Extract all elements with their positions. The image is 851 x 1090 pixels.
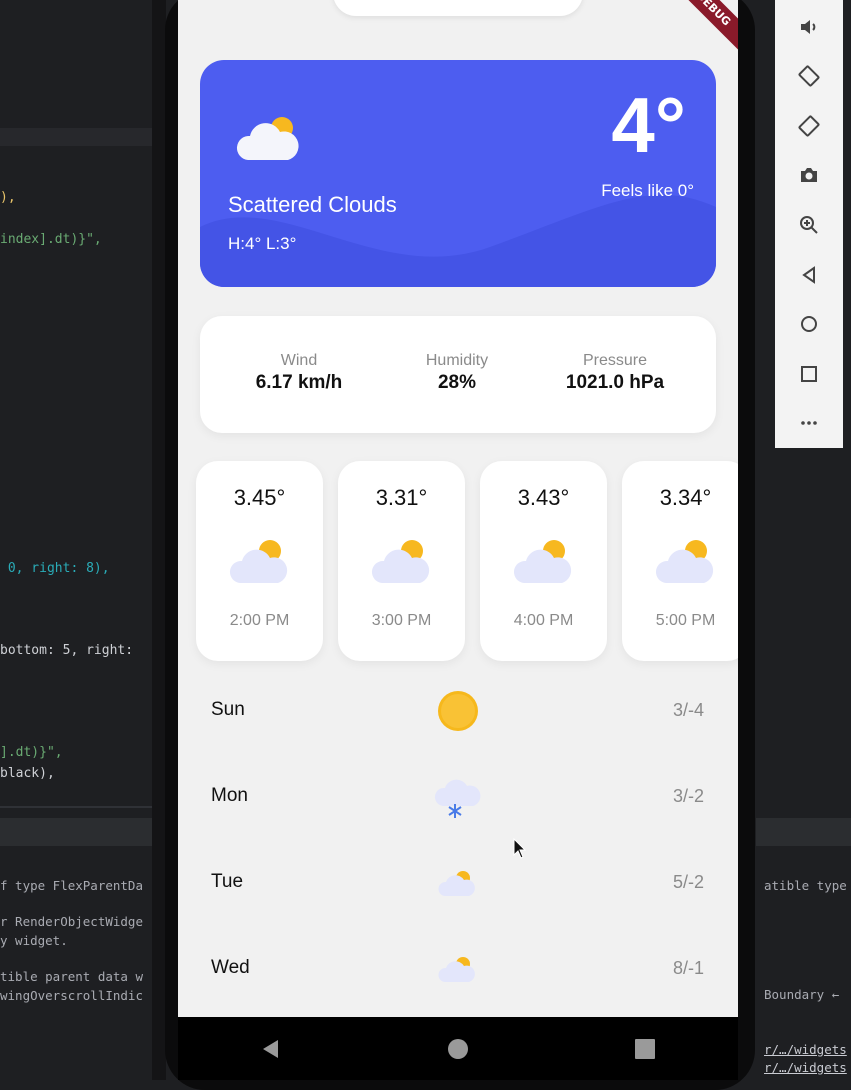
android-nav-bar [178,1017,738,1080]
partly-cloudy-icon [655,540,714,583]
code-line: 0, right: 8), [0,561,110,576]
partly-cloudy-icon [236,117,299,160]
hourly-time: 5:00 PM [655,612,716,629]
stat-value: 1021.0 hPa [565,372,665,393]
code-line: ), [0,190,16,205]
partly-cloudy-icon [438,957,475,982]
hourly-time: 3:00 PM [371,612,432,629]
console-line: y widget. [0,933,68,948]
search-bar[interactable] [333,0,583,16]
hourly-card[interactable]: 3.34° 5:00 PM [622,461,738,661]
stat-pressure: Pressure 1021.0 hPa [535,352,695,394]
weather-condition: Scattered Clouds [228,192,397,217]
current-weather-card: Scattered Clouds H:4° L:3° 4° Feels like… [200,60,716,287]
sun-icon [438,691,478,731]
hourly-card[interactable]: 3.43° 4:00 PM [480,461,607,661]
daily-row[interactable]: Wed 8/-1 [178,926,738,1012]
nav-recents-button[interactable] [615,1029,675,1069]
console-line: tible parent data w [0,969,143,984]
console-line: wingOverscrollIndic [0,988,143,1003]
recents-square-icon [634,1038,655,1059]
snow-cloud-icon [434,779,481,818]
weather-app-screen: DEBUG Scattered Clouds H:4° L:3° 4° Feel… [178,0,738,1017]
editor-tab-strip [0,128,152,146]
code-line: black), [0,766,55,781]
code-line: bottom: 5, right: [0,643,141,658]
more-icon[interactable] [789,399,829,449]
hourly-temp: 3.45° [233,485,286,510]
day-temp-range: 3/-2 [672,786,704,806]
current-temperature: 4° [611,81,686,169]
stat-label: Humidity [425,352,489,369]
day-name: Mon [211,785,248,806]
back-triangle-icon [263,1039,279,1058]
console-line: f type FlexParentDa [0,878,143,893]
rotate-right-icon[interactable] [789,101,829,151]
day-name: Sun [211,699,245,720]
high-low-temp: H:4° L:3° [228,234,297,253]
daily-row[interactable]: Mon 3/-2 [178,754,738,840]
hourly-card[interactable]: 3.45° 2:00 PM [196,461,323,661]
overview-icon[interactable] [789,349,829,399]
stat-humidity: Humidity 28% [377,352,537,394]
stat-label: Pressure [582,352,648,369]
hourly-card[interactable]: 3.31° 3:00 PM [338,461,465,661]
hourly-time: 4:00 PM [513,612,574,629]
back-icon[interactable] [789,250,829,300]
weather-stats-card: Wind 6.17 km/h Humidity 28% Pressure 102… [200,316,716,433]
daily-row[interactable]: Sun 3/-4 [178,668,738,754]
feels-like-temp: Feels like 0° [601,181,694,200]
day-temp-range: 3/-4 [672,700,704,720]
console-line: Boundary ← [764,987,840,1002]
partly-cloudy-icon [229,540,288,583]
daily-row[interactable]: Tue 5/-2 [178,840,738,926]
console-link[interactable]: r/…/widgets [764,1042,847,1057]
code-line: index].dt)}", [0,232,102,247]
volume-icon[interactable] [789,2,829,52]
partly-cloudy-icon [513,540,572,583]
hourly-time: 2:00 PM [229,612,290,629]
camera-icon[interactable] [789,151,829,201]
hourly-temp: 3.31° [375,485,428,510]
day-temp-range: 8/-1 [672,958,704,978]
console-line: atible type [764,878,847,893]
stat-value: 6.17 km/h [255,372,343,393]
hourly-temp: 3.34° [659,485,712,510]
code-line: ].dt)}", [0,745,63,760]
console-link[interactable]: r/…/widgets [764,1060,847,1075]
day-name: Tue [211,871,244,892]
day-temp-range: 5/-2 [672,872,704,892]
console-line: r RenderObjectWidge [0,914,143,929]
ide-code-editor: ), index].dt)}", 0, right: 8), bottom: 5… [0,0,152,1080]
home-icon[interactable] [789,299,829,349]
day-name: Wed [211,957,250,978]
stat-wind: Wind 6.17 km/h [219,352,379,394]
console-header [756,818,851,846]
ide-gutter [152,0,166,1080]
stat-value: 28% [437,372,477,393]
hourly-forecast-list[interactable]: 3.45° 2:00 PM 3.31° 3:00 PM 3.43° 4:00 P… [196,461,738,661]
rotate-left-icon[interactable] [789,52,829,102]
emulator-toolbar [775,0,843,448]
stat-label: Wind [280,352,318,369]
nav-back-button[interactable] [241,1029,301,1069]
home-circle-icon [447,1038,468,1059]
nav-home-button[interactable] [428,1029,488,1069]
console-header [0,818,152,846]
partly-cloudy-icon [438,871,475,896]
editor-divider [0,806,152,808]
partly-cloudy-icon [371,540,430,583]
hourly-temp: 3.43° [517,485,570,510]
debug-banner: DEBUG [666,0,738,56]
mouse-cursor-icon [513,838,527,859]
zoom-icon[interactable] [789,200,829,250]
